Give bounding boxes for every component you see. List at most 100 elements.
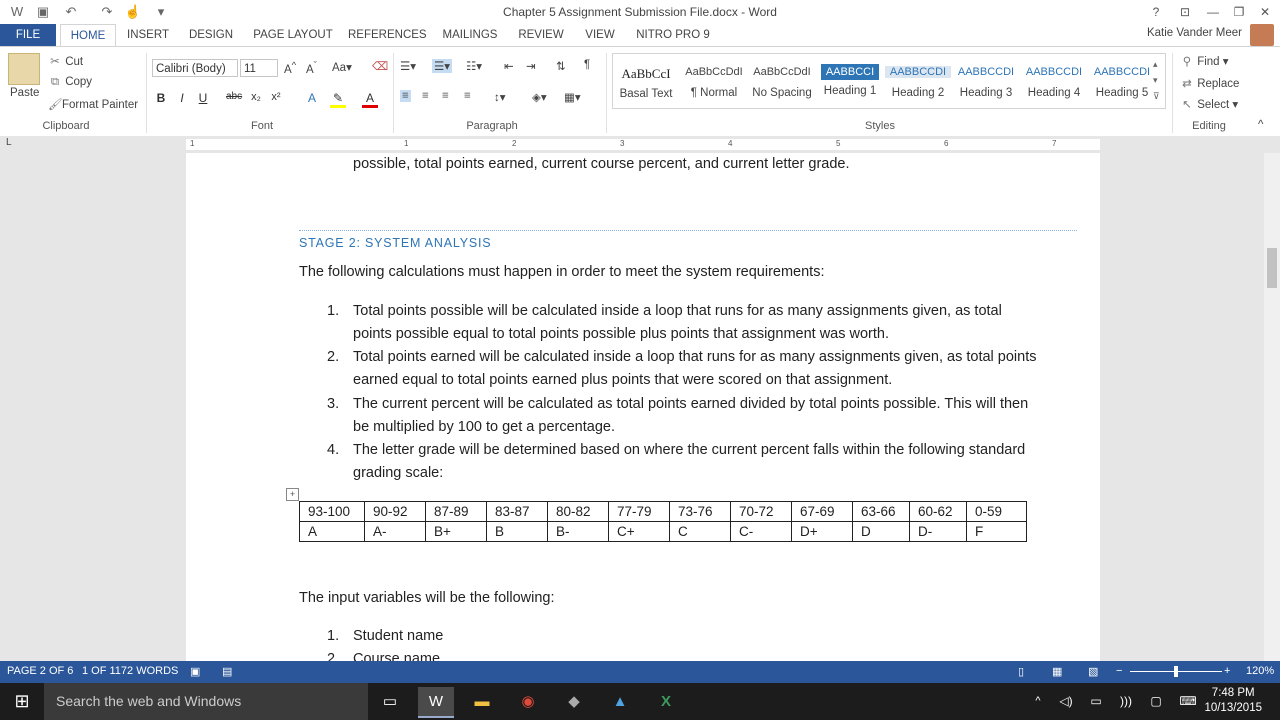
style-basal-text[interactable]: AaBbCcI Basal Text [613, 56, 679, 106]
read-mode-icon[interactable]: ▯ [1018, 665, 1024, 678]
table-cell[interactable]: 90-92 [364, 501, 426, 522]
underline-icon[interactable]: U [195, 91, 211, 105]
app-icon[interactable]: ◆ [556, 687, 592, 716]
style-heading-3[interactable]: AABBCCDI Heading 3 [953, 56, 1019, 106]
replace-button[interactable]: ⇄ Replace [1180, 76, 1239, 90]
table-cell[interactable]: A [299, 521, 365, 542]
strikethrough-icon[interactable]: abc [226, 91, 242, 102]
notifications-icon[interactable]: ▢ [1138, 687, 1174, 716]
file-explorer-icon[interactable]: ▬ [464, 687, 500, 716]
app-icon[interactable]: ▲ [602, 687, 638, 716]
tab-mailings[interactable]: MAILINGS [438, 24, 502, 46]
numbering-icon[interactable]: ☰▾ [432, 59, 453, 73]
align-center-icon[interactable]: ≡ [422, 90, 429, 102]
page-indicator[interactable]: PAGE 2 OF 6 [7, 665, 73, 677]
vertical-scrollbar[interactable] [1264, 153, 1280, 661]
sort-icon[interactable]: ⇅ [556, 59, 566, 73]
tab-home[interactable]: HOME [60, 24, 116, 46]
style-heading-5[interactable]: AABBCCDI Heading 5 [1089, 56, 1155, 106]
tab-selector-icon[interactable]: L [6, 137, 12, 148]
table-cell[interactable]: D [852, 521, 910, 542]
document-page[interactable]: possible, total points earned, current c… [186, 153, 1100, 661]
table-cell[interactable]: 63-66 [852, 501, 910, 522]
style-heading-1[interactable]: AABBCCI Heading 1 [817, 56, 883, 106]
ribbon-display-options-icon[interactable]: ⊡ [1172, 2, 1198, 22]
word-app-icon[interactable]: W [418, 687, 454, 718]
tab-design[interactable]: DESIGN [184, 24, 238, 46]
table-cell[interactable]: B+ [425, 521, 487, 542]
horizontal-ruler[interactable]: 1 1 2 3 4 5 6 7 [186, 139, 1100, 150]
table-cell[interactable]: A- [364, 521, 426, 542]
tab-file[interactable]: FILE [0, 24, 56, 46]
tab-page-layout[interactable]: PAGE LAYOUT [250, 24, 336, 46]
help-button[interactable]: ? [1143, 2, 1169, 22]
style-heading-2[interactable]: AABBCCDI Heading 2 [885, 56, 951, 106]
table-cell[interactable]: B [486, 521, 548, 542]
clock[interactable]: 7:48 PM 10/13/2015 [1204, 686, 1262, 716]
show-formatting-icon[interactable]: ¶ [584, 59, 590, 71]
change-case-icon[interactable]: Aa▾ [332, 60, 352, 74]
font-color-icon[interactable]: A [362, 91, 378, 108]
close-icon[interactable]: ✕ [1252, 2, 1278, 22]
restore-icon[interactable]: ❐ [1226, 2, 1252, 22]
format-painter-button[interactable]: 🖌Format Painter [48, 97, 138, 111]
tab-nitro-pro[interactable]: NITRO PRO 9 [632, 24, 714, 46]
tab-insert[interactable]: INSERT [122, 24, 174, 46]
task-view-icon[interactable]: ▭ [372, 687, 408, 716]
cut-button[interactable]: ✂ Cut [48, 54, 83, 68]
grow-font-icon[interactable]: A^ [284, 60, 296, 76]
tab-view[interactable]: VIEW [580, 24, 620, 46]
zoom-slider-thumb[interactable] [1174, 666, 1178, 677]
table-cell[interactable]: 93-100 [299, 501, 365, 522]
table-cell[interactable]: C [669, 521, 731, 542]
table-cell[interactable]: 73-76 [669, 501, 731, 522]
table-cell[interactable]: C- [730, 521, 792, 542]
web-layout-icon[interactable]: ▧ [1088, 665, 1098, 678]
tab-references[interactable]: REFERENCES [348, 24, 427, 46]
decrease-indent-icon[interactable]: ⇤ [504, 59, 514, 73]
table-cell[interactable]: 87-89 [425, 501, 487, 522]
select-button[interactable]: ↖ Select ▾ [1180, 97, 1238, 111]
borders-icon[interactable]: ▦▾ [564, 90, 581, 104]
table-cell[interactable]: 67-69 [791, 501, 853, 522]
tab-review[interactable]: REVIEW [514, 24, 568, 46]
italic-icon[interactable]: I [174, 91, 190, 105]
style-heading-4[interactable]: AABBCCDI Heading 4 [1021, 56, 1087, 106]
zoom-in-icon[interactable]: + [1224, 665, 1230, 677]
print-layout-icon[interactable]: ▦ [1052, 665, 1062, 678]
table-cell[interactable]: C+ [608, 521, 670, 542]
table-cell[interactable]: F [966, 521, 1027, 542]
clear-formatting-icon[interactable]: ⌫ [372, 59, 388, 73]
excel-app-icon[interactable]: X [648, 687, 684, 716]
table-cell[interactable]: D+ [791, 521, 853, 542]
highlight-icon[interactable]: ✎ [330, 91, 346, 108]
increase-indent-icon[interactable]: ⇥ [526, 59, 536, 73]
keyboard-icon[interactable]: ⌨ [1170, 687, 1206, 716]
shading-icon[interactable]: ◈▾ [532, 90, 547, 104]
table-cell[interactable]: D- [909, 521, 967, 542]
style-normal[interactable]: AaBbCcDdI ¶ Normal [681, 56, 747, 106]
zoom-out-icon[interactable]: − [1116, 665, 1122, 677]
styles-scroll-icon[interactable]: ▴ ▾ ⊽ [1153, 56, 1160, 104]
collapse-ribbon-icon[interactable]: ^ [1258, 119, 1263, 131]
line-spacing-icon[interactable]: ↕▾ [494, 90, 506, 104]
table-cell[interactable]: 60-62 [909, 501, 967, 522]
macro-recording-icon[interactable]: ▤ [222, 665, 232, 678]
table-cell[interactable]: 70-72 [730, 501, 792, 522]
scrollbar-thumb[interactable] [1267, 248, 1277, 288]
table-cell[interactable]: 77-79 [608, 501, 670, 522]
bold-icon[interactable]: B [153, 91, 169, 105]
table-move-handle-icon[interactable]: + [286, 488, 299, 501]
table-cell[interactable]: 80-82 [547, 501, 609, 522]
align-left-icon[interactable]: ≡ [400, 90, 411, 102]
font-name-select[interactable]: Calibri (Body) [152, 59, 238, 77]
font-size-select[interactable]: 11 [240, 59, 278, 77]
paste-icon[interactable] [8, 53, 40, 85]
text-effects-icon[interactable]: A [304, 91, 320, 105]
align-right-icon[interactable]: ≡ [442, 90, 449, 102]
proofing-icon[interactable]: ▣ [190, 665, 200, 678]
user-name[interactable]: Katie Vander Meer [1147, 27, 1242, 39]
bullets-icon[interactable]: ☰▾ [400, 59, 416, 73]
subscript-icon[interactable]: x₂ [248, 91, 264, 103]
table-cell[interactable]: 0-59 [966, 501, 1027, 522]
